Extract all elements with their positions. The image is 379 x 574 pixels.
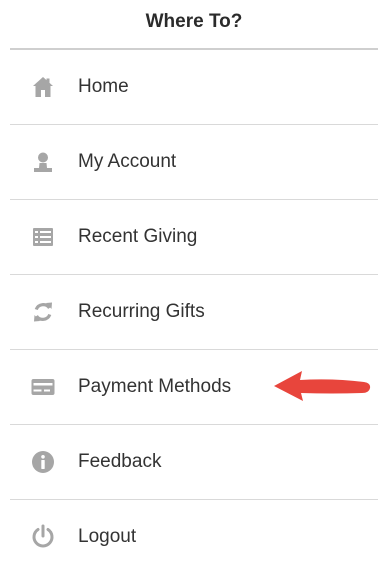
list-icon [31, 225, 55, 249]
annotation-arrow [274, 371, 371, 401]
menu-header: Where To? [10, 0, 378, 50]
menu-item-label: Recurring Gifts [78, 301, 205, 322]
refresh-icon [31, 300, 55, 324]
menu-item-home[interactable]: Home [10, 50, 378, 125]
credit-card-icon [31, 375, 55, 399]
info-icon [31, 450, 55, 474]
navigation-menu: Home My Account Recent Giving Recurring … [10, 50, 378, 574]
menu-item-recent-giving[interactable]: Recent Giving [10, 200, 378, 275]
menu-item-label: Logout [78, 526, 137, 547]
menu-item-label: Feedback [78, 451, 162, 472]
menu-item-label: My Account [78, 151, 177, 172]
menu-item-logout[interactable]: Logout [10, 500, 378, 574]
user-icon [31, 150, 55, 174]
menu-item-recurring-gifts[interactable]: Recurring Gifts [10, 275, 378, 350]
menu-title: Where To? [145, 11, 243, 32]
power-icon [31, 524, 55, 549]
home-icon [31, 75, 55, 99]
menu-item-payment-methods[interactable]: Payment Methods [10, 350, 378, 425]
menu-item-feedback[interactable]: Feedback [10, 425, 378, 500]
menu-item-label: Recent Giving [78, 226, 198, 247]
menu-item-my-account[interactable]: My Account [10, 125, 378, 200]
menu-item-label: Home [78, 76, 129, 97]
menu-item-label: Payment Methods [78, 376, 232, 397]
